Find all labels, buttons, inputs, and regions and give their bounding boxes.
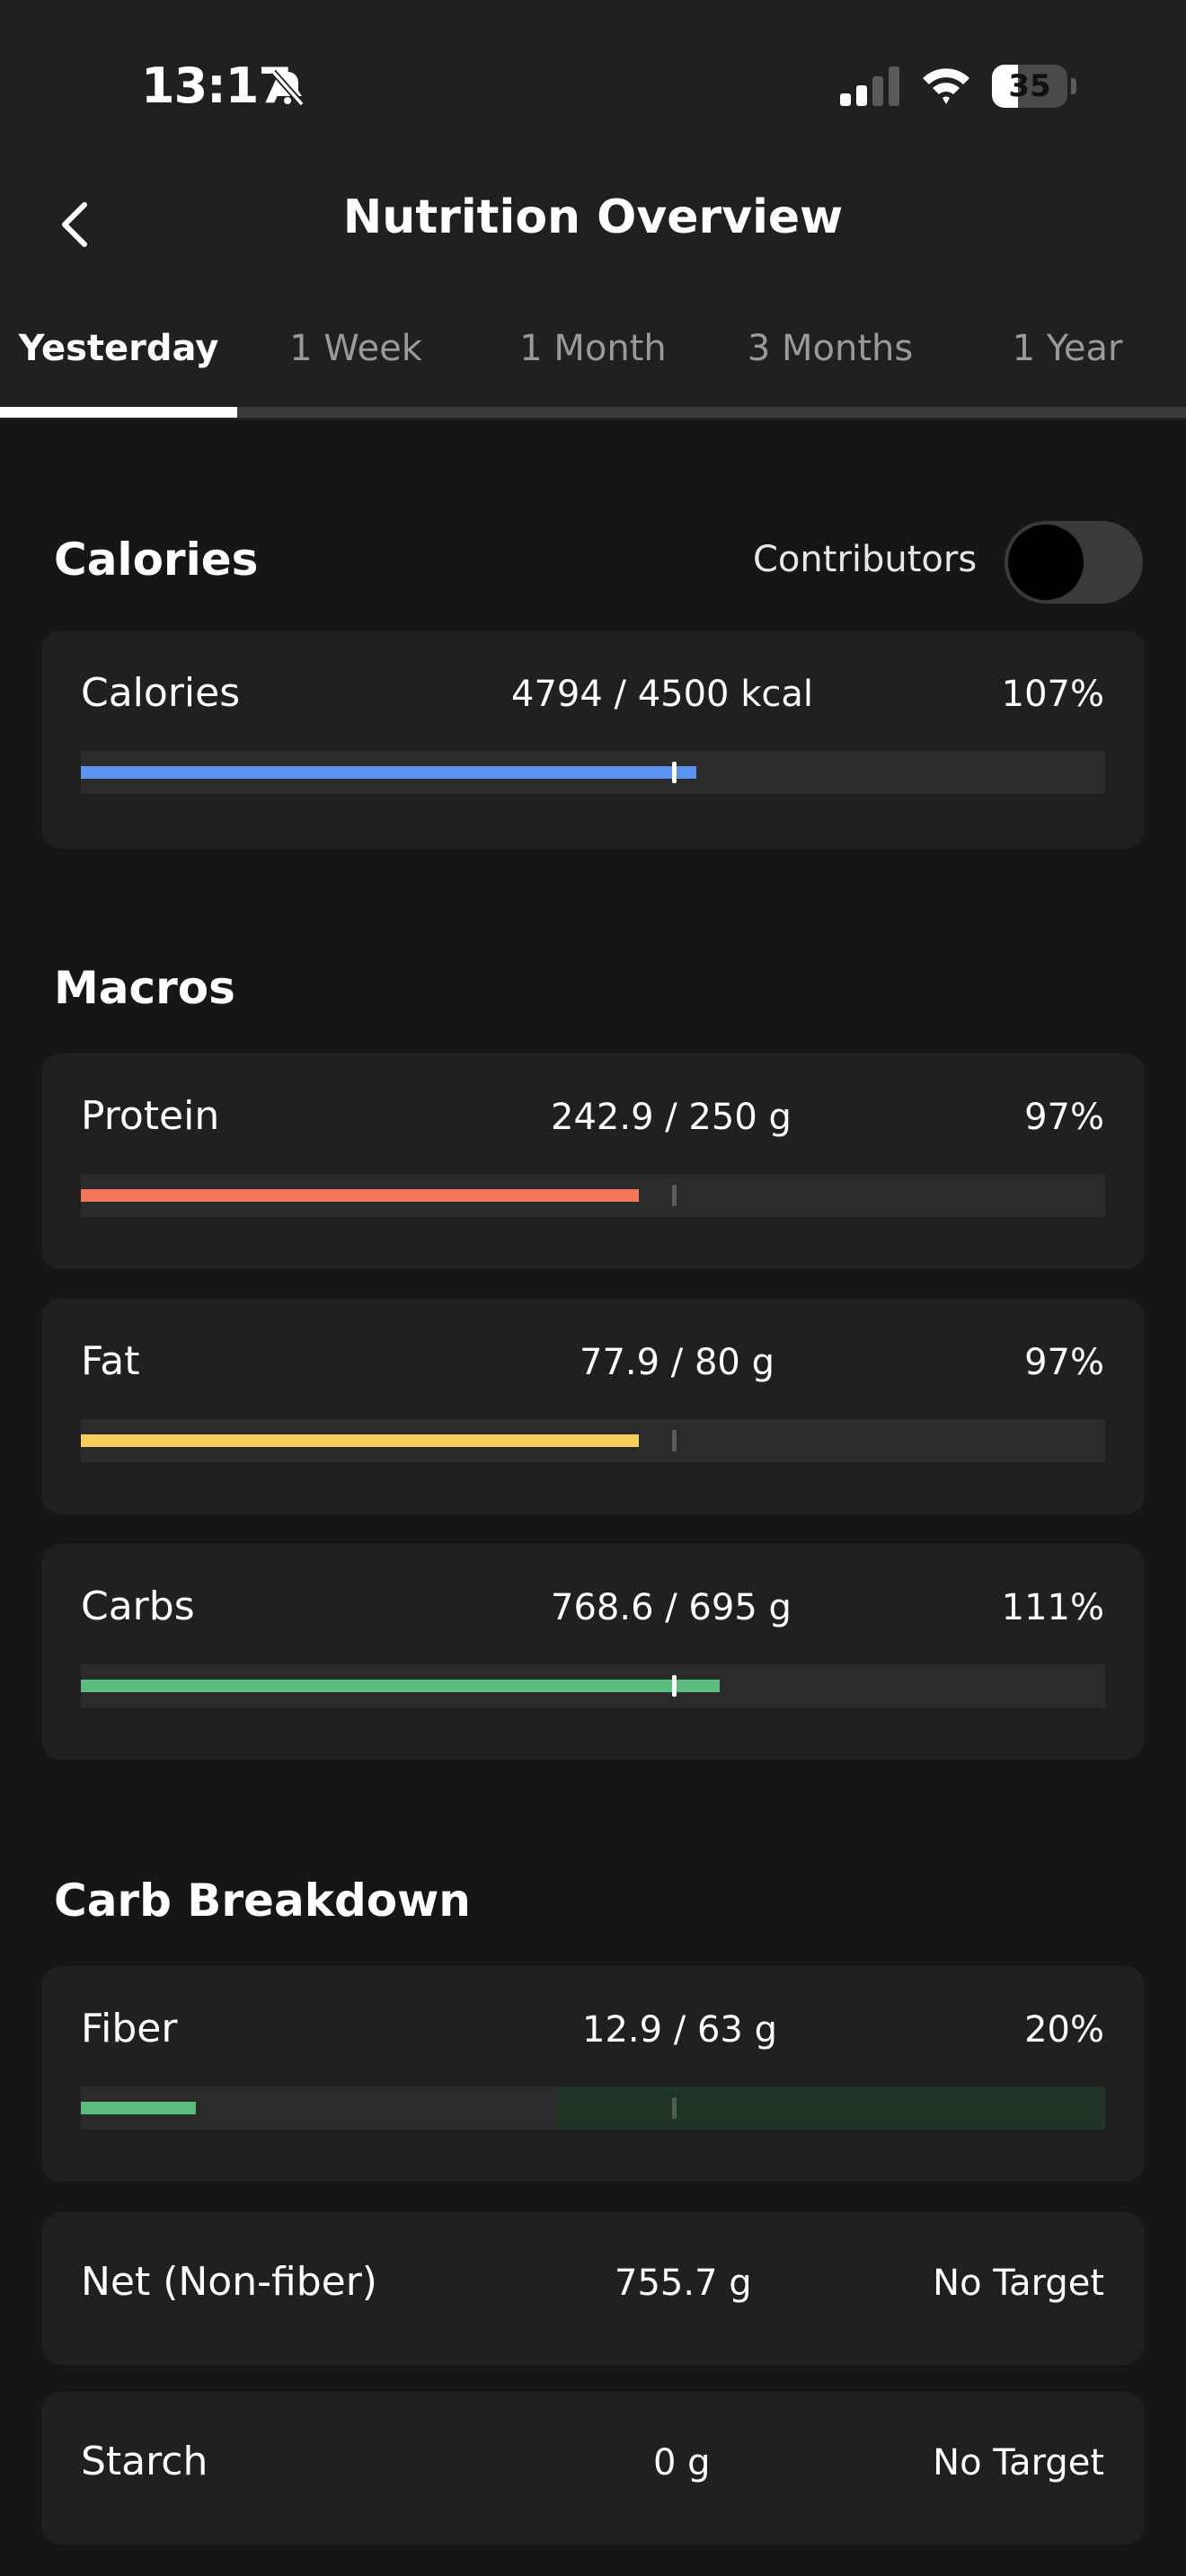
- tab-1-week[interactable]: 1 Week: [237, 328, 474, 369]
- battery-indicator: 35: [992, 65, 1076, 108]
- carb-breakdown-section-title: Carb Breakdown: [54, 1875, 471, 1927]
- nutrient-label: Carbs: [81, 1584, 195, 1629]
- cellular-signal-icon: [840, 66, 899, 106]
- page-title: Nutrition Overview: [342, 190, 844, 244]
- progress-fill: [81, 1189, 639, 1202]
- target-zone: [557, 2086, 1105, 2130]
- nutrient-label: Calories: [81, 670, 241, 716]
- nutrient-percent: 97%: [1024, 1342, 1104, 1383]
- tab-1-month[interactable]: 1 Month: [474, 328, 712, 369]
- tab-active-indicator: [0, 407, 237, 418]
- target-marker: [672, 1185, 677, 1206]
- nutrient-label: Starch: [81, 2439, 208, 2484]
- progress-fill: [81, 766, 696, 779]
- starch-card[interactable]: Starch 0 g No Target: [41, 2392, 1145, 2545]
- toggle-knob: [1008, 525, 1084, 600]
- progress-track: [81, 1664, 1105, 1707]
- target-marker: [672, 1675, 677, 1697]
- target-marker: [672, 2097, 677, 2119]
- nutrient-label: Protein: [81, 1093, 220, 1139]
- progress-track: [81, 1419, 1105, 1462]
- contributors-label: Contributors: [753, 539, 978, 580]
- nutrient-value: 0 g: [653, 2442, 711, 2483]
- nutrient-value: 755.7 g: [615, 2263, 752, 2304]
- nutrient-value: 768.6 / 695 g: [551, 1587, 792, 1628]
- fiber-card[interactable]: Fiber 12.9 / 63 g 20%: [41, 1966, 1145, 2182]
- progress-fill: [81, 1434, 639, 1447]
- progress-track: [81, 2086, 1105, 2130]
- progress-track: [81, 751, 1105, 794]
- wifi-icon: [923, 68, 969, 104]
- progress-fill: [81, 1680, 720, 1692]
- nutrient-label: Fat: [81, 1338, 140, 1384]
- no-target-label: No Target: [933, 2263, 1104, 2304]
- nutrient-percent: 20%: [1024, 2009, 1104, 2051]
- carbs-card[interactable]: Carbs 768.6 / 695 g 111%: [41, 1544, 1145, 1760]
- battery-cap: [1071, 78, 1076, 94]
- tab-yesterday[interactable]: Yesterday: [0, 328, 237, 369]
- progress-fill: [81, 2102, 196, 2114]
- tab-3-months[interactable]: 3 Months: [712, 328, 949, 369]
- no-target-label: No Target: [933, 2442, 1104, 2483]
- contributors-toggle[interactable]: [1005, 521, 1143, 604]
- calories-card[interactable]: Calories 4794 / 4500 kcal 107%: [41, 631, 1145, 849]
- target-marker: [672, 1430, 677, 1451]
- period-tabs: Yesterday 1 Week 1 Month 3 Months 1 Year: [0, 319, 1186, 400]
- macros-section-title: Macros: [54, 962, 235, 1014]
- nutrient-value: 4794 / 4500 kcal: [511, 674, 813, 715]
- nutrient-value: 242.9 / 250 g: [551, 1097, 792, 1138]
- nutrient-percent: 107%: [1001, 674, 1104, 715]
- net-carbs-card[interactable]: Net (Non-fiber) 755.7 g No Target: [41, 2212, 1145, 2365]
- nutrient-percent: 111%: [1001, 1587, 1104, 1628]
- calories-section-title: Calories: [54, 534, 259, 586]
- tab-1-year[interactable]: 1 Year: [949, 328, 1186, 369]
- nutrient-label: Net (Non-fiber): [81, 2259, 377, 2305]
- battery-percent: 35: [1008, 68, 1051, 104]
- protein-card[interactable]: Protein 242.9 / 250 g 97%: [41, 1054, 1145, 1269]
- battery-body: 35: [992, 65, 1067, 108]
- nutrient-value: 77.9 / 80 g: [580, 1342, 774, 1383]
- target-marker: [672, 762, 677, 783]
- bell-muted-icon: [270, 69, 305, 107]
- progress-track: [81, 1174, 1105, 1217]
- fat-card[interactable]: Fat 77.9 / 80 g 97%: [41, 1299, 1145, 1514]
- nutrient-label: Fiber: [81, 2006, 178, 2051]
- nutrient-value: 12.9 / 63 g: [582, 2009, 777, 2051]
- nutrient-percent: 97%: [1024, 1097, 1104, 1138]
